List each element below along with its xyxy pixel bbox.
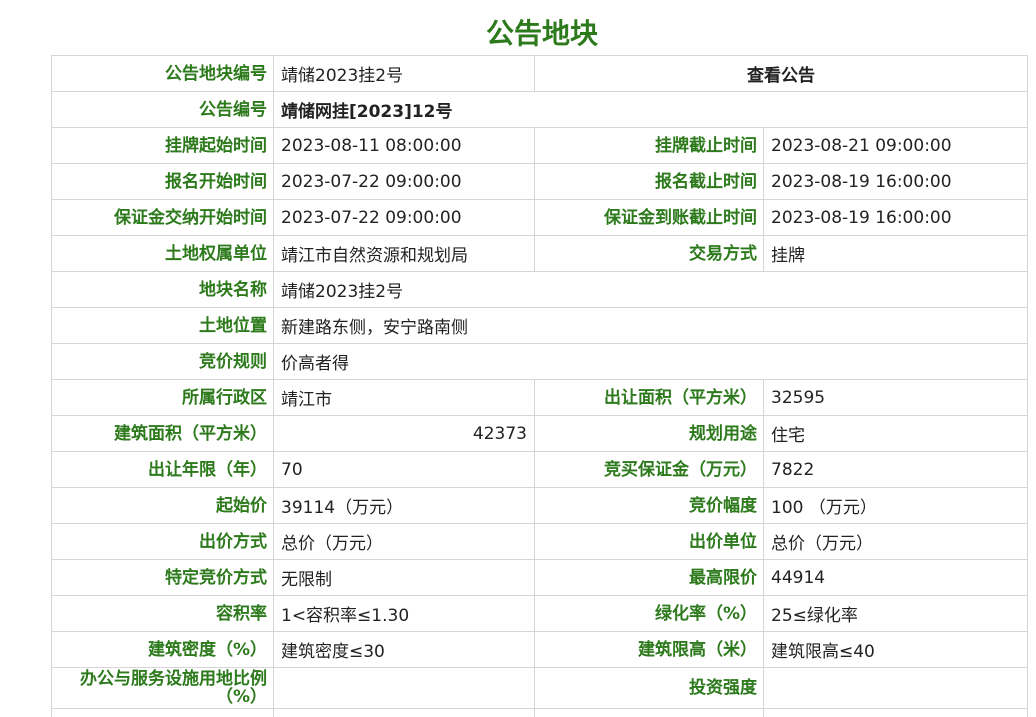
- table-row: 起始价 39114（万元） 竞价幅度 100 （万元）: [52, 488, 1028, 524]
- value-building-area: 42373: [274, 416, 535, 451]
- view-announcement-link[interactable]: 查看公告: [535, 56, 1028, 91]
- value-bid-method: 总价（万元）: [274, 524, 535, 559]
- label-building-area: 建筑面积（平方米）: [52, 416, 274, 451]
- value-land-owner: 靖江市自然资源和规划局: [274, 236, 535, 271]
- label-transfer-area: 出让面积（平方米）: [535, 380, 764, 415]
- label-bid-unit: 出价单位: [535, 524, 764, 559]
- value-green-ratio: 25≤绿化率: [764, 596, 1028, 631]
- value-investment-intensity: [764, 668, 1028, 708]
- table-row: 土地权属单位 靖江市自然资源和规划局 交易方式 挂牌: [52, 236, 1028, 272]
- value-planned-use: 住宅: [764, 416, 1028, 451]
- value-bidding-rule: 价高者得: [274, 344, 1028, 379]
- label-special-bidding: 特定竞价方式: [52, 560, 274, 595]
- table-row: 保证金交纳开始时间 2023-07-22 09:00:00 保证金到账截止时间 …: [52, 200, 1028, 236]
- empty-cell: [274, 709, 535, 717]
- table-row: 挂牌起始时间 2023-08-11 08:00:00 挂牌截止时间 2023-0…: [52, 128, 1028, 164]
- value-district: 靖江市: [274, 380, 535, 415]
- value-announcement-no: 靖储网挂[2023]12号: [274, 92, 1028, 127]
- label-term-years: 出让年限（年）: [52, 452, 274, 487]
- parcel-info-table: 公告地块编号 靖储2023挂2号 查看公告 公告编号 靖储网挂[2023]12号…: [51, 55, 1028, 717]
- value-price-cap: 44914: [764, 560, 1028, 595]
- label-start-price: 起始价: [52, 488, 274, 523]
- label-parcel-name: 地块名称: [52, 272, 274, 307]
- label-parcel-code: 公告地块编号: [52, 56, 274, 91]
- label-district: 所属行政区: [52, 380, 274, 415]
- table-row: 公告地块编号 靖储2023挂2号 查看公告: [52, 56, 1028, 92]
- empty-cell: [52, 709, 274, 717]
- value-land-location: 新建路东侧，安宁路南侧: [274, 308, 1028, 343]
- label-bid-increment: 竞价幅度: [535, 488, 764, 523]
- label-announcement-no: 公告编号: [52, 92, 274, 127]
- value-signup-start: 2023-07-22 09:00:00: [274, 164, 535, 199]
- label-bidding-rule: 竞价规则: [52, 344, 274, 379]
- value-bid-unit: 总价（万元）: [764, 524, 1028, 559]
- label-bid-deposit: 竞买保证金（万元）: [535, 452, 764, 487]
- value-bid-deposit: 7822: [764, 452, 1028, 487]
- table-row: 报名开始时间 2023-07-22 09:00:00 报名截止时间 2023-0…: [52, 164, 1028, 200]
- label-planned-use: 规划用途: [535, 416, 764, 451]
- label-deposit-start: 保证金交纳开始时间: [52, 200, 274, 235]
- label-land-location: 土地位置: [52, 308, 274, 343]
- value-signup-end: 2023-08-19 16:00:00: [764, 164, 1028, 199]
- value-trade-method: 挂牌: [764, 236, 1028, 271]
- value-parcel-name: 靖储2023挂2号: [274, 272, 1028, 307]
- label-signup-start: 报名开始时间: [52, 164, 274, 199]
- table-row: 特定竞价方式 无限制 最高限价 44914: [52, 560, 1028, 596]
- value-start-price: 39114（万元）: [274, 488, 535, 523]
- table-row: 公告编号 靖储网挂[2023]12号: [52, 92, 1028, 128]
- table-row: 建筑密度（%） 建筑密度≤30 建筑限高（米） 建筑限高≤40: [52, 632, 1028, 668]
- value-parcel-code: 靖储2023挂2号: [274, 56, 535, 91]
- label-plot-ratio: 容积率: [52, 596, 274, 631]
- label-price-cap: 最高限价: [535, 560, 764, 595]
- label-land-owner: 土地权属单位: [52, 236, 274, 271]
- table-row: 土地位置 新建路东侧，安宁路南侧: [52, 308, 1028, 344]
- table-row: 竞价规则 价高者得: [52, 344, 1028, 380]
- label-green-ratio: 绿化率（%）: [535, 596, 764, 631]
- value-term-years: 70: [274, 452, 535, 487]
- value-listing-end: 2023-08-21 09:00:00: [764, 128, 1028, 163]
- table-row: 出让年限（年） 70 竞买保证金（万元） 7822: [52, 452, 1028, 488]
- table-row: 容积率 1<容积率≤1.30 绿化率（%） 25≤绿化率: [52, 596, 1028, 632]
- label-listing-end: 挂牌截止时间: [535, 128, 764, 163]
- table-row: 所属行政区 靖江市 出让面积（平方米） 32595: [52, 380, 1028, 416]
- label-office-land-ratio: 办公与服务设施用地比例（%）: [52, 668, 274, 708]
- empty-cell: [764, 709, 1028, 717]
- value-plot-ratio: 1<容积率≤1.30: [274, 596, 535, 631]
- value-office-land-ratio: [274, 668, 535, 708]
- value-listing-start: 2023-08-11 08:00:00: [274, 128, 535, 163]
- table-row: [52, 709, 1028, 717]
- value-special-bidding: 无限制: [274, 560, 535, 595]
- table-row: 办公与服务设施用地比例（%） 投资强度: [52, 668, 1028, 709]
- table-row: 地块名称 靖储2023挂2号: [52, 272, 1028, 308]
- value-building-density: 建筑密度≤30: [274, 632, 535, 667]
- table-row: 出价方式 总价（万元） 出价单位 总价（万元）: [52, 524, 1028, 560]
- table-row: 建筑面积（平方米） 42373 规划用途 住宅: [52, 416, 1028, 452]
- label-investment-intensity: 投资强度: [535, 668, 764, 708]
- label-bid-method: 出价方式: [52, 524, 274, 559]
- value-deposit-start: 2023-07-22 09:00:00: [274, 200, 535, 235]
- page-title: 公告地块: [485, 17, 598, 50]
- label-deposit-deadline: 保证金到账截止时间: [535, 200, 764, 235]
- value-deposit-deadline: 2023-08-19 16:00:00: [764, 200, 1028, 235]
- value-transfer-area: 32595: [764, 380, 1028, 415]
- label-building-density: 建筑密度（%）: [52, 632, 274, 667]
- label-height-limit: 建筑限高（米）: [535, 632, 764, 667]
- label-signup-end: 报名截止时间: [535, 164, 764, 199]
- label-listing-start: 挂牌起始时间: [52, 128, 274, 163]
- value-height-limit: 建筑限高≤40: [764, 632, 1028, 667]
- value-bid-increment: 100 （万元）: [764, 488, 1028, 523]
- empty-cell: [535, 709, 764, 717]
- label-trade-method: 交易方式: [535, 236, 764, 271]
